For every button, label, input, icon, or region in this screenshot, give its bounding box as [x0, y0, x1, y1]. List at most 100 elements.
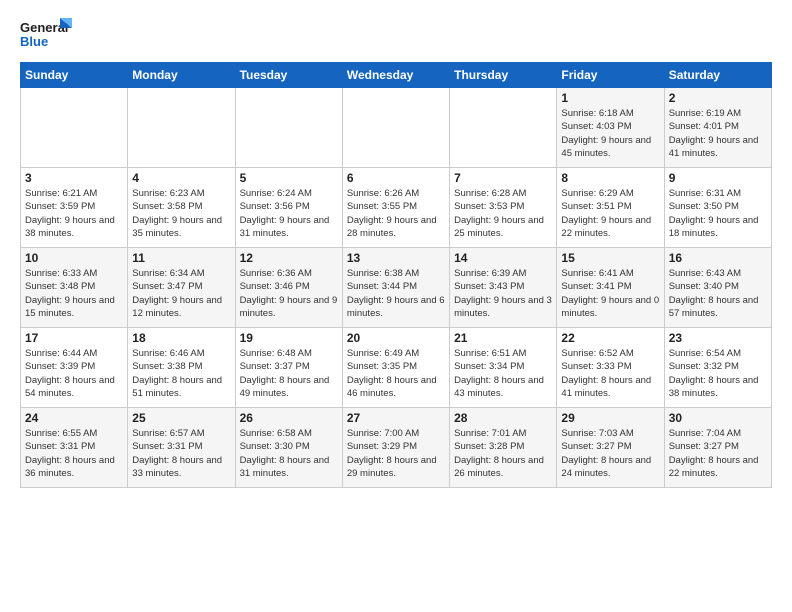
header-day-monday: Monday [128, 63, 235, 88]
day-number: 22 [561, 331, 659, 345]
day-number: 8 [561, 171, 659, 185]
day-number: 9 [669, 171, 767, 185]
day-cell: 16 Sunrise: 6:43 AMSunset: 3:40 PMDayligh… [664, 248, 771, 328]
day-cell: 30 Sunrise: 7:04 AMSunset: 3:27 PMDayligh… [664, 408, 771, 488]
logo-svg: GeneralBlue [20, 16, 76, 52]
day-info: Sunrise: 6:44 AMSunset: 3:39 PMDaylight:… [25, 347, 123, 400]
day-number: 27 [347, 411, 445, 425]
svg-text:Blue: Blue [20, 34, 48, 49]
day-number: 24 [25, 411, 123, 425]
day-number: 4 [132, 171, 230, 185]
day-cell [342, 88, 449, 168]
day-cell [128, 88, 235, 168]
day-info: Sunrise: 6:54 AMSunset: 3:32 PMDaylight:… [669, 347, 767, 400]
day-cell: 15 Sunrise: 6:41 AMSunset: 3:41 PMDayligh… [557, 248, 664, 328]
day-number: 1 [561, 91, 659, 105]
day-info: Sunrise: 6:52 AMSunset: 3:33 PMDaylight:… [561, 347, 659, 400]
day-info: Sunrise: 6:21 AMSunset: 3:59 PMDaylight:… [25, 187, 123, 240]
day-cell: 20Sunrise: 6:49 AMSunset: 3:35 PMDayligh… [342, 328, 449, 408]
day-cell: 29 Sunrise: 7:03 AMSunset: 3:27 PMDayligh… [557, 408, 664, 488]
day-info: Sunrise: 6:36 AMSunset: 3:46 PMDaylight:… [240, 267, 338, 320]
day-info: Sunrise: 6:57 AMSunset: 3:31 PMDaylight:… [132, 427, 230, 480]
day-cell: 2 Sunrise: 6:19 AMSunset: 4:01 PMDaylight… [664, 88, 771, 168]
week-row-4: 17Sunrise: 6:44 AMSunset: 3:39 PMDayligh… [21, 328, 772, 408]
day-cell: 27 Sunrise: 7:00 AMSunset: 3:29 PMDayligh… [342, 408, 449, 488]
day-number: 15 [561, 251, 659, 265]
day-info: Sunrise: 6:39 AMSunset: 3:43 PMDaylight:… [454, 267, 552, 320]
day-info: Sunrise: 6:33 AMSunset: 3:48 PMDaylight:… [25, 267, 123, 320]
day-number: 29 [561, 411, 659, 425]
header-day-wednesday: Wednesday [342, 63, 449, 88]
day-cell: 19 Sunrise: 6:48 AMSunset: 3:37 PMDayligh… [235, 328, 342, 408]
day-number: 11 [132, 251, 230, 265]
day-number: 5 [240, 171, 338, 185]
day-number: 10 [25, 251, 123, 265]
day-number: 25 [132, 411, 230, 425]
day-info: Sunrise: 6:55 AMSunset: 3:31 PMDaylight:… [25, 427, 123, 480]
day-info: Sunrise: 6:48 AMSunset: 3:37 PMDaylight:… [240, 347, 338, 400]
day-cell: 21 Sunrise: 6:51 AMSunset: 3:34 PMDayligh… [450, 328, 557, 408]
day-cell [450, 88, 557, 168]
day-number: 30 [669, 411, 767, 425]
day-info: Sunrise: 6:38 AMSunset: 3:44 PMDaylight:… [347, 267, 445, 320]
day-cell: 11 Sunrise: 6:34 AMSunset: 3:47 PMDayligh… [128, 248, 235, 328]
day-cell: 1 Sunrise: 6:18 AMSunset: 4:03 PMDaylight… [557, 88, 664, 168]
day-info: Sunrise: 7:04 AMSunset: 3:27 PMDaylight:… [669, 427, 767, 480]
day-info: Sunrise: 6:18 AMSunset: 4:03 PMDaylight:… [561, 107, 659, 160]
day-cell: 24 Sunrise: 6:55 AMSunset: 3:31 PMDayligh… [21, 408, 128, 488]
header-day-thursday: Thursday [450, 63, 557, 88]
day-info: Sunrise: 6:41 AMSunset: 3:41 PMDaylight:… [561, 267, 659, 320]
day-number: 16 [669, 251, 767, 265]
day-info: Sunrise: 6:31 AMSunset: 3:50 PMDaylight:… [669, 187, 767, 240]
day-info: Sunrise: 6:23 AMSunset: 3:58 PMDaylight:… [132, 187, 230, 240]
day-info: Sunrise: 6:19 AMSunset: 4:01 PMDaylight:… [669, 107, 767, 160]
day-cell: 23 Sunrise: 6:54 AMSunset: 3:32 PMDayligh… [664, 328, 771, 408]
day-number: 12 [240, 251, 338, 265]
day-number: 3 [25, 171, 123, 185]
day-cell: 10 Sunrise: 6:33 AMSunset: 3:48 PMDayligh… [21, 248, 128, 328]
logo: GeneralBlue [20, 16, 76, 52]
day-cell: 8 Sunrise: 6:29 AMSunset: 3:51 PMDaylight… [557, 168, 664, 248]
day-info: Sunrise: 7:03 AMSunset: 3:27 PMDaylight:… [561, 427, 659, 480]
week-row-3: 10 Sunrise: 6:33 AMSunset: 3:48 PMDayligh… [21, 248, 772, 328]
header-row: SundayMondayTuesdayWednesdayThursdayFrid… [21, 63, 772, 88]
day-number: 6 [347, 171, 445, 185]
day-info: Sunrise: 7:00 AMSunset: 3:29 PMDaylight:… [347, 427, 445, 480]
day-number: 19 [240, 331, 338, 345]
day-info: Sunrise: 6:49 AMSunset: 3:35 PMDaylight:… [347, 347, 445, 400]
day-number: 14 [454, 251, 552, 265]
day-cell: 6 Sunrise: 6:26 AMSunset: 3:55 PMDaylight… [342, 168, 449, 248]
day-info: Sunrise: 7:01 AMSunset: 3:28 PMDaylight:… [454, 427, 552, 480]
day-cell: 13 Sunrise: 6:38 AMSunset: 3:44 PMDayligh… [342, 248, 449, 328]
day-number: 13 [347, 251, 445, 265]
day-info: Sunrise: 6:43 AMSunset: 3:40 PMDaylight:… [669, 267, 767, 320]
day-cell: 5 Sunrise: 6:24 AMSunset: 3:56 PMDaylight… [235, 168, 342, 248]
day-info: Sunrise: 6:29 AMSunset: 3:51 PMDaylight:… [561, 187, 659, 240]
day-cell: 3 Sunrise: 6:21 AMSunset: 3:59 PMDaylight… [21, 168, 128, 248]
day-cell: 12 Sunrise: 6:36 AMSunset: 3:46 PMDayligh… [235, 248, 342, 328]
day-cell: 18Sunrise: 6:46 AMSunset: 3:38 PMDayligh… [128, 328, 235, 408]
day-info: Sunrise: 6:26 AMSunset: 3:55 PMDaylight:… [347, 187, 445, 240]
day-cell: 9 Sunrise: 6:31 AMSunset: 3:50 PMDaylight… [664, 168, 771, 248]
header: GeneralBlue [20, 16, 772, 52]
day-cell: 25 Sunrise: 6:57 AMSunset: 3:31 PMDayligh… [128, 408, 235, 488]
day-info: Sunrise: 6:24 AMSunset: 3:56 PMDaylight:… [240, 187, 338, 240]
day-cell [235, 88, 342, 168]
day-number: 7 [454, 171, 552, 185]
day-number: 2 [669, 91, 767, 105]
day-info: Sunrise: 6:51 AMSunset: 3:34 PMDaylight:… [454, 347, 552, 400]
day-number: 23 [669, 331, 767, 345]
day-number: 21 [454, 331, 552, 345]
week-row-2: 3 Sunrise: 6:21 AMSunset: 3:59 PMDaylight… [21, 168, 772, 248]
day-info: Sunrise: 6:34 AMSunset: 3:47 PMDaylight:… [132, 267, 230, 320]
header-day-friday: Friday [557, 63, 664, 88]
day-cell [21, 88, 128, 168]
day-number: 18 [132, 331, 230, 345]
day-cell: 7Sunrise: 6:28 AMSunset: 3:53 PMDaylight… [450, 168, 557, 248]
header-day-saturday: Saturday [664, 63, 771, 88]
day-number: 28 [454, 411, 552, 425]
day-cell: 4 Sunrise: 6:23 AMSunset: 3:58 PMDaylight… [128, 168, 235, 248]
day-cell: 17Sunrise: 6:44 AMSunset: 3:39 PMDayligh… [21, 328, 128, 408]
day-cell: 14 Sunrise: 6:39 AMSunset: 3:43 PMDayligh… [450, 248, 557, 328]
header-day-sunday: Sunday [21, 63, 128, 88]
